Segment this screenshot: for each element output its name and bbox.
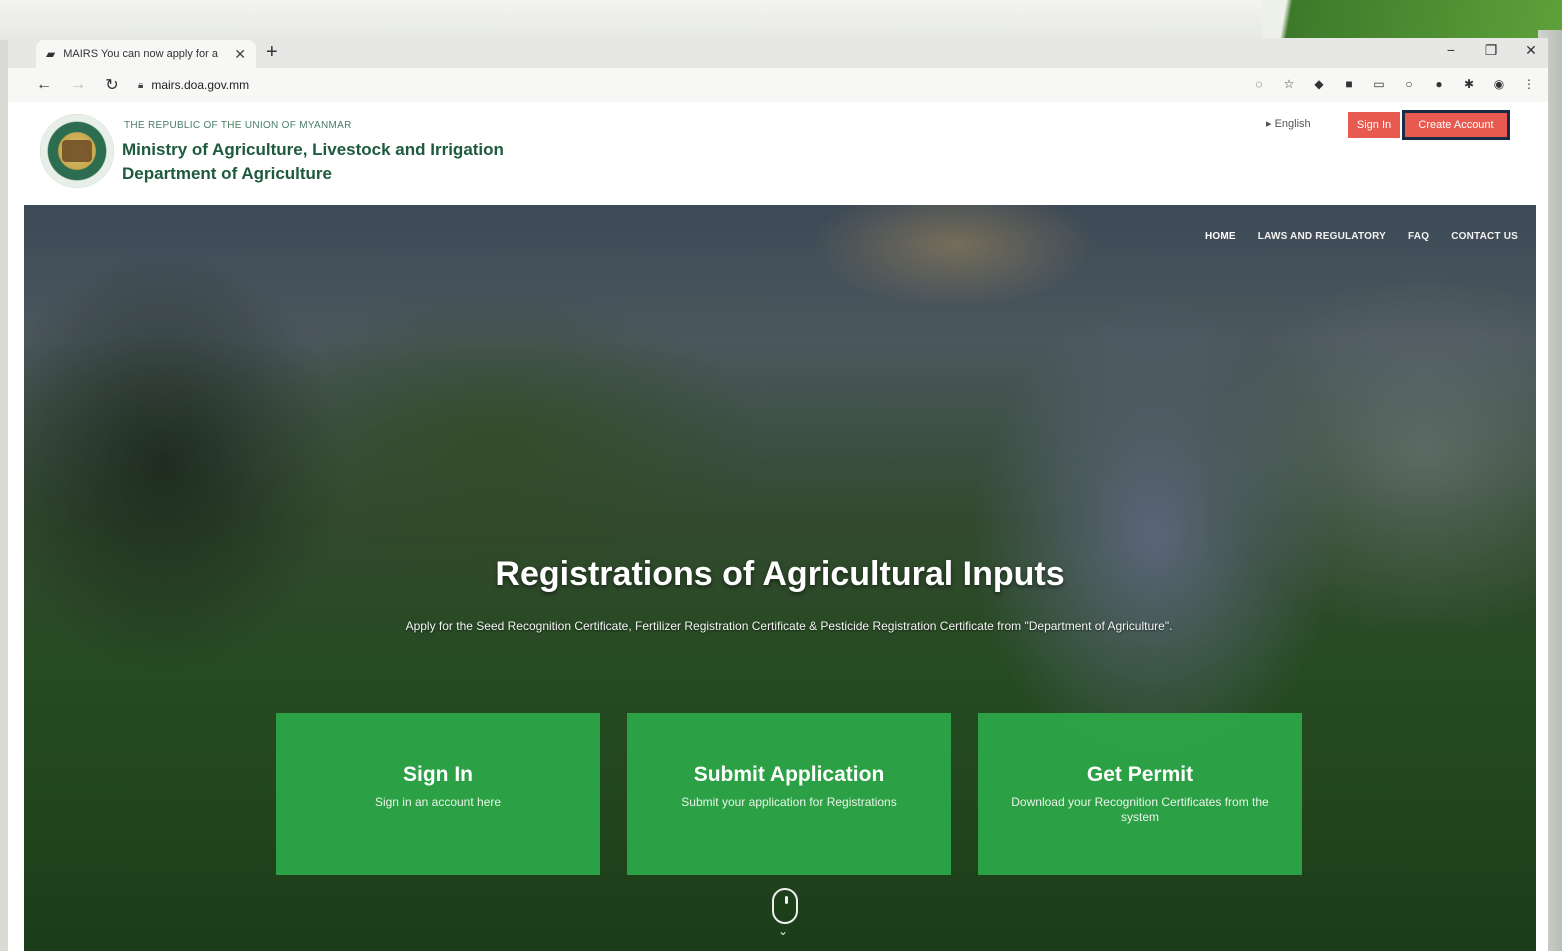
header-signin-button[interactable]: Sign In xyxy=(1348,112,1400,138)
extension-translate-icon[interactable]: ◆ xyxy=(1312,77,1326,91)
tab-favicon-icon: ▰ xyxy=(46,47,56,61)
action-cards: Sign In Sign in an account here Submit A… xyxy=(276,713,1302,875)
ministry-logo[interactable] xyxy=(40,114,114,188)
restore-icon[interactable]: ❐ xyxy=(1484,42,1498,59)
card-description: Sign in an account here xyxy=(374,795,502,809)
signin-card[interactable]: Sign In Sign in an account here xyxy=(276,713,600,875)
site-header: THE REPUBLIC OF THE UNION OF MYANMAR Min… xyxy=(8,102,1548,206)
new-tab-icon[interactable]: + xyxy=(266,41,278,64)
extension-circle-icon[interactable]: ○ xyxy=(1402,77,1416,91)
tab-close-icon[interactable]: ✕ xyxy=(234,46,246,63)
card-title: Get Permit xyxy=(1086,763,1194,786)
photo-backdrop-top xyxy=(0,0,1290,40)
bookmark-star-icon[interactable]: ☆ xyxy=(1282,77,1296,91)
hero-subtitle: Apply for the Seed Recognition Certifica… xyxy=(405,619,1173,633)
photo-backdrop-corner xyxy=(1262,0,1562,40)
browser-tab[interactable]: ▰ MAIRS You can now apply for a ✕ xyxy=(36,40,256,68)
extension-box-icon[interactable]: ■ xyxy=(1342,77,1356,91)
browser-window: ▰ MAIRS You can now apply for a ✕ + − ❐ … xyxy=(8,38,1548,951)
department-name: Department of Agriculture xyxy=(122,164,333,183)
profile-avatar-icon[interactable]: ◉ xyxy=(1492,77,1506,91)
chevron-down-icon: ⌄ xyxy=(778,924,789,938)
card-description: Submit your application for Registration… xyxy=(681,795,897,809)
get-permit-card[interactable]: Get Permit Download your Recognition Cer… xyxy=(978,713,1302,875)
extension-icons: ◌ ☆ ◆ ■ ▭ ○ ● ✱ ◉ ⋮ xyxy=(1252,77,1536,91)
tab-strip: ▰ MAIRS You can now apply for a ✕ + − ❐ … xyxy=(8,38,1548,68)
scroll-down-indicator[interactable]: ⌄ xyxy=(772,888,798,938)
nav-faq[interactable]: FAQ xyxy=(1408,231,1429,242)
extension-shield-icon[interactable]: ● xyxy=(1432,77,1446,91)
tab-title: MAIRS You can now apply for a xyxy=(63,48,218,60)
forward-icon[interactable]: → xyxy=(70,76,86,94)
card-title: Sign In xyxy=(403,763,473,786)
more-menu-icon[interactable]: ⋮ xyxy=(1522,77,1536,91)
nav-laws-and-regulatory[interactable]: LAWS AND REGULATORY xyxy=(1258,231,1386,242)
eye-off-icon[interactable]: ◌ xyxy=(1252,77,1266,91)
close-window-icon[interactable]: ✕ xyxy=(1524,42,1538,59)
nav-home[interactable]: HOME xyxy=(1205,231,1236,242)
mouse-scroll-icon xyxy=(772,888,798,924)
main-nav: HOME LAWS AND REGULATORY FAQ CONTACT US xyxy=(1205,231,1518,242)
logo-emblem xyxy=(62,140,92,162)
submit-application-card[interactable]: Submit Application Submit your applicati… xyxy=(627,713,951,875)
create-account-button[interactable]: Create Account xyxy=(1402,110,1510,140)
hero-title: Registrations of Agricultural Inputs xyxy=(495,555,1065,593)
back-icon[interactable]: ← xyxy=(36,76,52,94)
hero-banner: HOME LAWS AND REGULATORY FAQ CONTACT US … xyxy=(24,205,1536,951)
card-title: Submit Application xyxy=(693,763,885,786)
republic-caption: THE REPUBLIC OF THE UNION OF MYANMAR xyxy=(124,120,352,131)
url-text: mairs.doa.gov.mm xyxy=(151,78,250,92)
nav-contact-us[interactable]: CONTACT US xyxy=(1451,231,1518,242)
window-controls: − ❐ ✕ xyxy=(1444,42,1538,59)
reload-icon[interactable]: ↻ xyxy=(104,75,120,95)
ministry-name: Ministry of Agriculture, Livestock and I… xyxy=(122,140,504,159)
lock-icon: 🔒︎ xyxy=(138,79,144,91)
mouse-wheel xyxy=(785,896,788,904)
language-caret-icon: ▸ xyxy=(1266,118,1275,130)
language-label: English xyxy=(1274,118,1311,130)
browser-toolbar: ← → ↻ 🔒︎ mairs.doa.gov.mm ◌ ☆ ◆ ■ ▭ ○ ● … xyxy=(8,68,1548,102)
extensions-puzzle-icon[interactable]: ✱ xyxy=(1462,77,1476,91)
minimize-icon[interactable]: − xyxy=(1444,42,1458,59)
card-description: Download your Recognition Certificates f… xyxy=(1011,795,1269,824)
extension-cast-icon[interactable]: ▭ xyxy=(1372,77,1386,91)
language-selector[interactable]: ▸ English xyxy=(1266,117,1311,130)
address-bar[interactable]: 🔒︎ mairs.doa.gov.mm xyxy=(138,78,249,92)
